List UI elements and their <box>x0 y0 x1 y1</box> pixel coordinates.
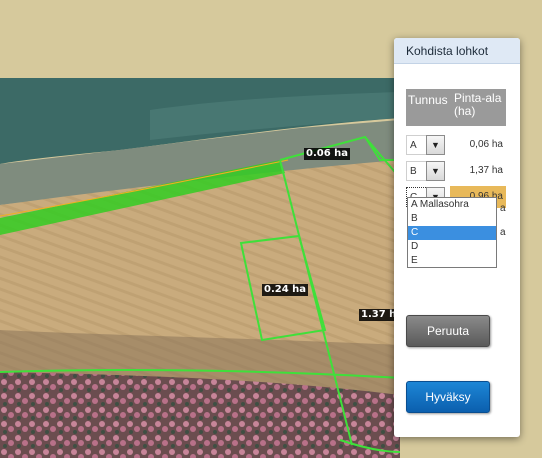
dropdown-option[interactable]: E <box>408 254 496 268</box>
map-label-area: 0.24 ha <box>262 284 309 296</box>
area-value: 1,37 ha <box>469 165 503 176</box>
map-label-area: 0.06 ha <box>304 148 351 160</box>
column-header-area: Pinta-ala (ha) <box>454 91 502 118</box>
parcel-id-select[interactable]: A ▼ <box>406 134 450 156</box>
area-value: 0,06 ha <box>469 139 503 150</box>
chevron-down-icon[interactable]: ▼ <box>426 135 445 155</box>
dropdown-option[interactable]: B <box>408 212 496 226</box>
dropdown-option[interactable]: A Mallasohra <box>408 198 496 212</box>
select-value: B <box>406 161 426 181</box>
dropdown-option-selected[interactable]: C <box>408 226 496 240</box>
parcel-table: Tunnus Pinta-ala (ha) A ▼ 0,06 ha B ▼ 1,… <box>406 89 506 208</box>
hidden-row-text: a <box>500 227 506 238</box>
panel-title: Kohdista lohkot <box>394 38 520 64</box>
select-value: A <box>406 135 426 155</box>
chevron-down-icon[interactable]: ▼ <box>426 161 445 181</box>
hidden-row-text: a <box>500 203 506 214</box>
table-row: A ▼ 0,06 ha <box>406 134 506 156</box>
dropdown-option[interactable]: D <box>408 240 496 254</box>
column-header-id: Tunnus <box>408 93 448 107</box>
accept-button[interactable]: Hyväksy <box>406 381 490 413</box>
parcel-id-select[interactable]: B ▼ <box>406 160 450 182</box>
cancel-button[interactable]: Peruuta <box>406 315 490 347</box>
parcel-id-dropdown[interactable]: A Mallasohra B C D E <box>407 197 497 268</box>
table-row: B ▼ 1,37 ha <box>406 160 506 182</box>
table-header: Tunnus Pinta-ala (ha) <box>406 89 506 126</box>
